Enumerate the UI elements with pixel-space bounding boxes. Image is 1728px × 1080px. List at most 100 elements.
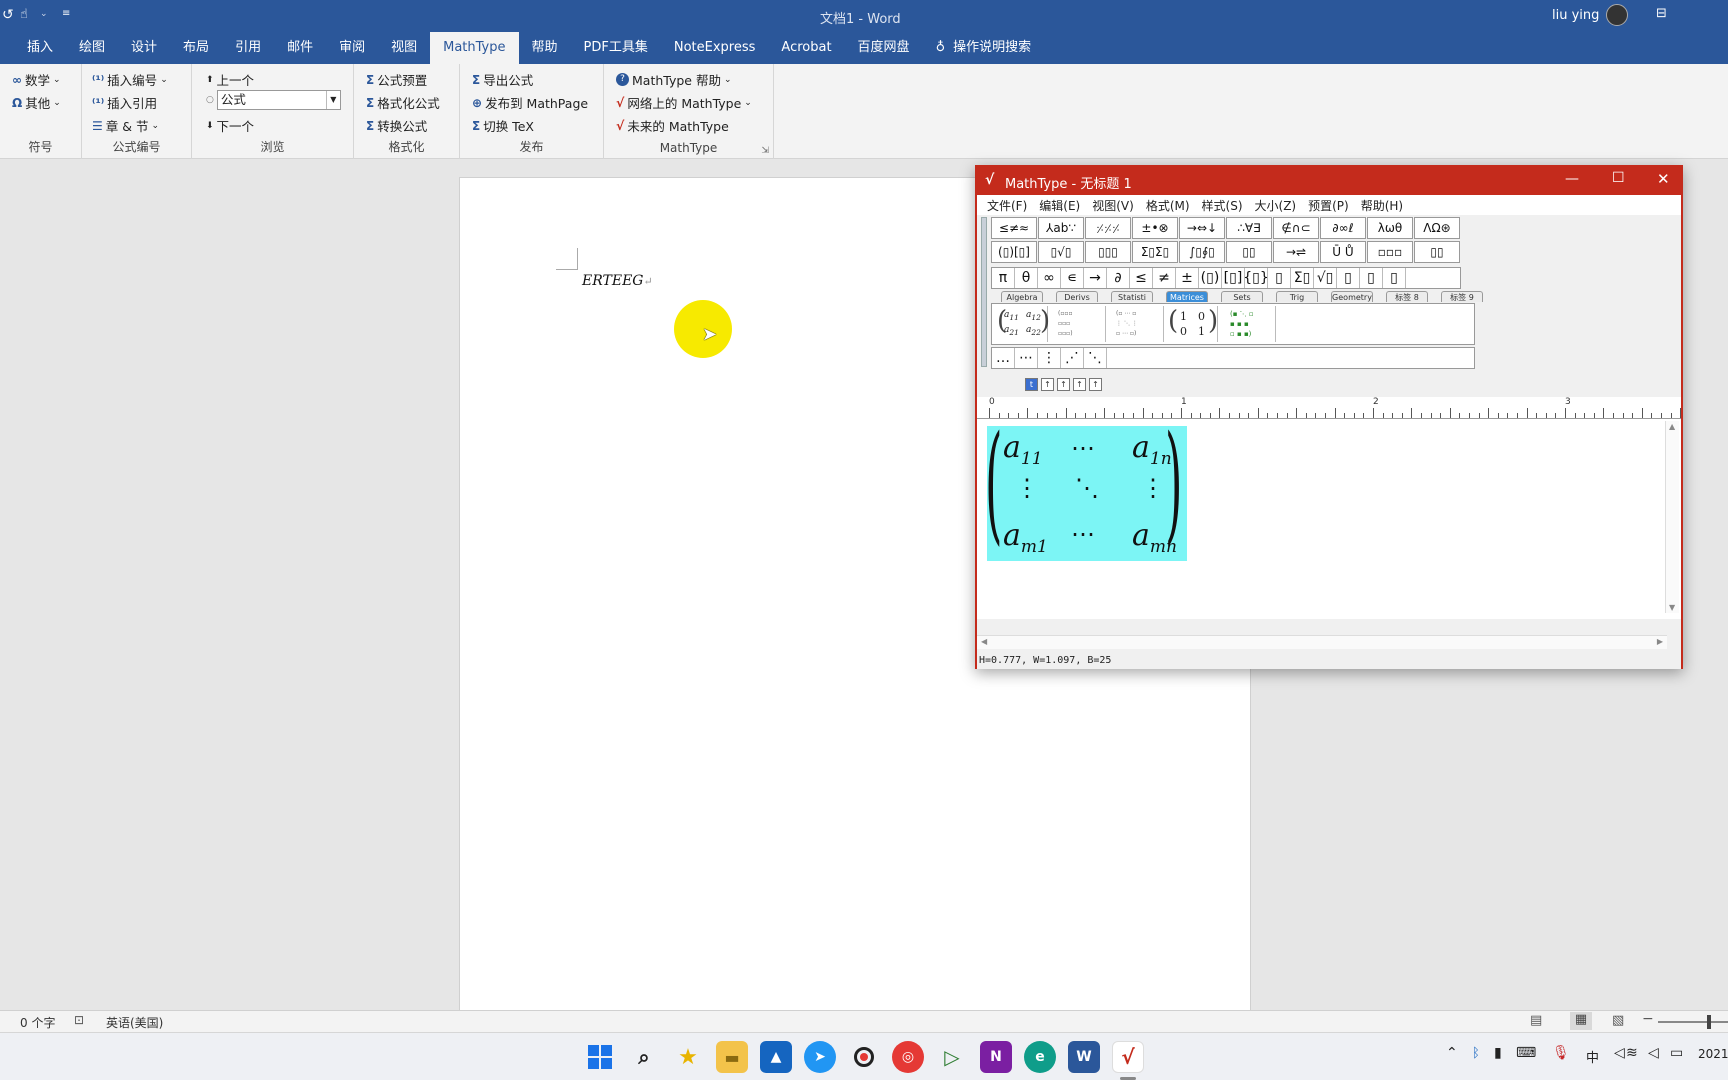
align-center-icon[interactable]: ↑ xyxy=(1057,378,1070,391)
search-icon[interactable]: ⌕ xyxy=(628,1041,660,1073)
small-bar-symbol-6[interactable]: ≤ xyxy=(1130,268,1153,288)
tab-layout[interactable]: 布局 xyxy=(170,32,222,64)
chapter-section-button[interactable]: ☰ 章 & 节 ⌄ xyxy=(92,116,159,135)
start-icon[interactable] xyxy=(584,1041,616,1073)
scroll-down-icon[interactable]: ▼ xyxy=(1669,603,1675,612)
keyboard-icon[interactable]: ⌨ xyxy=(1516,1045,1536,1061)
ruler[interactable]: 0 1 2 3 xyxy=(977,397,1682,419)
tab-pdf-tools[interactable]: PDF工具集 xyxy=(571,32,661,64)
tell-me-search[interactable]: ♁ 操作说明搜索 xyxy=(923,32,1045,64)
small-bar-symbol-17[interactable]: ▯ xyxy=(1383,268,1406,288)
dialog-launcher-icon[interactable]: ⇲ xyxy=(761,146,769,156)
screen-recorder-icon[interactable] xyxy=(848,1041,880,1073)
dots-symbol-3[interactable]: ⋰ xyxy=(1061,348,1084,368)
scroll-up-icon[interactable]: ▲ xyxy=(1669,422,1675,431)
avatar[interactable] xyxy=(1606,4,1628,26)
menu-preferences[interactable]: 预置(P) xyxy=(1302,197,1355,214)
small-bar-symbol-1[interactable]: θ xyxy=(1015,268,1038,288)
template-tab-1[interactable]: Derivs xyxy=(1056,291,1098,302)
diagonal-matrix-template[interactable]: (▪ ⋱ ▫ ▪ ▪ ▪ ▫ ▪ ▪) xyxy=(1220,306,1276,342)
dots-symbol-0[interactable]: … xyxy=(992,348,1015,368)
minimize-icon[interactable]: — xyxy=(1565,171,1579,187)
zoom-out-icon[interactable]: − xyxy=(1642,1011,1654,1027)
wifi-icon[interactable]: ≋ xyxy=(1626,1045,1638,1061)
template-tab-6[interactable]: Geometry xyxy=(1331,291,1373,302)
small-bar-symbol-13[interactable]: Σ▯ xyxy=(1291,268,1314,288)
symbol-palette-7[interactable]: ∂∞ℓ xyxy=(1320,217,1366,239)
template-palette-0[interactable]: (▯)[▯] xyxy=(991,241,1037,263)
formula-preset-button[interactable]: Σ 公式预置 xyxy=(366,70,427,89)
menu-view[interactable]: 视图(V) xyxy=(1086,197,1140,214)
chevron-down-icon[interactable]: ⌄ xyxy=(40,9,48,19)
clock[interactable]: 2021- xyxy=(1698,1047,1728,1061)
template-tab-0[interactable]: Algebra xyxy=(1001,291,1043,302)
dots-symbol-2[interactable]: ⋮ xyxy=(1038,348,1061,368)
template-palette-6[interactable]: →⇌ xyxy=(1273,241,1319,263)
equation-selection[interactable]: ( ) a11 ⋯ a1n ⋮ ⋱ ⋮ am1 ⋯ amn xyxy=(985,420,1187,561)
print-layout-icon[interactable]: ▦ xyxy=(1570,1012,1592,1030)
edge-icon[interactable]: e xyxy=(1024,1041,1056,1073)
tab-draw[interactable]: 绘图 xyxy=(66,32,118,64)
symbol-palette-2[interactable]: ⸓⸓⸓ xyxy=(1085,217,1131,239)
insert-number-button[interactable]: ⁽¹⁾ 插入编号 ⌄ xyxy=(92,70,168,89)
math-button[interactable]: ∞ 数学 ⌄ xyxy=(12,70,61,89)
toggle-tex-button[interactable]: Σ 切换 TeX xyxy=(472,116,534,135)
language-indicator[interactable]: 英语(美国) xyxy=(106,1014,163,1031)
tab-acrobat[interactable]: Acrobat xyxy=(768,32,844,64)
onenote-icon[interactable]: N xyxy=(980,1041,1012,1073)
other-button[interactable]: Ω 其他 ⌄ xyxy=(12,93,61,112)
word-count[interactable]: 0 个字 xyxy=(20,1014,55,1031)
tab-mailings[interactable]: 邮件 xyxy=(274,32,326,64)
small-bar-symbol-3[interactable]: ∊ xyxy=(1061,268,1084,288)
small-bar-symbol-4[interactable]: → xyxy=(1084,268,1107,288)
template-tab-5[interactable]: Trig xyxy=(1276,291,1318,302)
small-bar-symbol-16[interactable]: ▯ xyxy=(1360,268,1383,288)
menu-file[interactable]: 文件(F) xyxy=(981,197,1033,214)
small-bar-symbol-0[interactable]: π xyxy=(992,268,1015,288)
small-bar-symbol-14[interactable]: √▯ xyxy=(1314,268,1337,288)
horizontal-scrollbar[interactable]: ◀ ▶ xyxy=(977,635,1667,649)
file-explorer-icon[interactable]: ▬ xyxy=(716,1041,748,1073)
undo-icon[interactable]: ↺ xyxy=(2,7,14,23)
template-tab-2[interactable]: Statisti xyxy=(1111,291,1153,302)
format-equations-button[interactable]: Σ 格式化公式 xyxy=(366,93,440,112)
maximize-icon[interactable]: ☐ xyxy=(1612,170,1625,186)
microphone-icon[interactable]: 🎙︎ xyxy=(1552,1045,1570,1061)
feishu-icon[interactable]: ➤ xyxy=(804,1041,836,1073)
read-mode-icon[interactable]: ▤ xyxy=(1530,1013,1542,1028)
matrix-2x2-template[interactable]: ( a11 a12 a21 a22 ) xyxy=(994,306,1050,342)
customize-qat-icon[interactable]: ≡ xyxy=(62,8,70,19)
template-palette-2[interactable]: ▯▯▯ xyxy=(1085,241,1131,263)
scroll-left-icon[interactable]: ◀ xyxy=(981,637,987,646)
mathtype-taskbar-icon[interactable]: √ xyxy=(1112,1041,1144,1073)
symbol-palette-6[interactable]: ∉∩⊂ xyxy=(1273,217,1319,239)
template-palette-4[interactable]: ∫▯∮▯ xyxy=(1179,241,1225,263)
matrix-entry-a11[interactable]: a11 xyxy=(1003,430,1043,469)
small-bar-symbol-9[interactable]: (▯) xyxy=(1199,268,1222,288)
close-icon[interactable]: ✕ xyxy=(1657,170,1670,188)
align-top-icon[interactable]: ↑ xyxy=(1089,378,1102,391)
tab-noteexpress[interactable]: NoteExpress xyxy=(661,32,769,64)
dots-symbol-4[interactable]: ⋱ xyxy=(1084,348,1107,368)
tab-view[interactable]: 视图 xyxy=(378,32,430,64)
web-layout-icon[interactable]: ▧ xyxy=(1612,1013,1624,1028)
matrix-entry-amn[interactable]: amn xyxy=(1132,518,1177,557)
small-bar-symbol-8[interactable]: ± xyxy=(1176,268,1199,288)
netease-music-icon[interactable]: ◎ xyxy=(892,1041,924,1073)
mathtype-titlebar[interactable]: √ MathType - 无标题 1 — ☐ ✕ xyxy=(977,167,1681,195)
template-palette-5[interactable]: ▯▯ xyxy=(1226,241,1272,263)
mathtype-online-button[interactable]: √ 网络上的 MathType ⌄ xyxy=(616,93,752,112)
matrix-entry-am1[interactable]: am1 xyxy=(1003,518,1048,557)
small-bar-symbol-2[interactable]: ∞ xyxy=(1038,268,1061,288)
symbol-palette-8[interactable]: λωθ xyxy=(1367,217,1413,239)
small-bar-symbol-15[interactable]: ▯ xyxy=(1337,268,1360,288)
convert-equations-button[interactable]: Σ 转换公式 xyxy=(366,116,427,135)
menu-edit[interactable]: 编辑(E) xyxy=(1033,197,1086,214)
align-left-icon[interactable]: ↑ xyxy=(1041,378,1054,391)
bluetooth-icon[interactable]: ᛒ xyxy=(1472,1046,1480,1061)
template-palette-7[interactable]: Ū Ů xyxy=(1320,241,1366,263)
matrix-3x3-template[interactable]: (▫▫▫ ▫▫▫ ▫▫▫) xyxy=(1050,306,1106,342)
tab-design[interactable]: 设计 xyxy=(118,32,170,64)
publish-mathpage-button[interactable]: ⊕ 发布到 MathPage xyxy=(472,93,588,112)
word-icon[interactable]: W xyxy=(1068,1041,1100,1073)
